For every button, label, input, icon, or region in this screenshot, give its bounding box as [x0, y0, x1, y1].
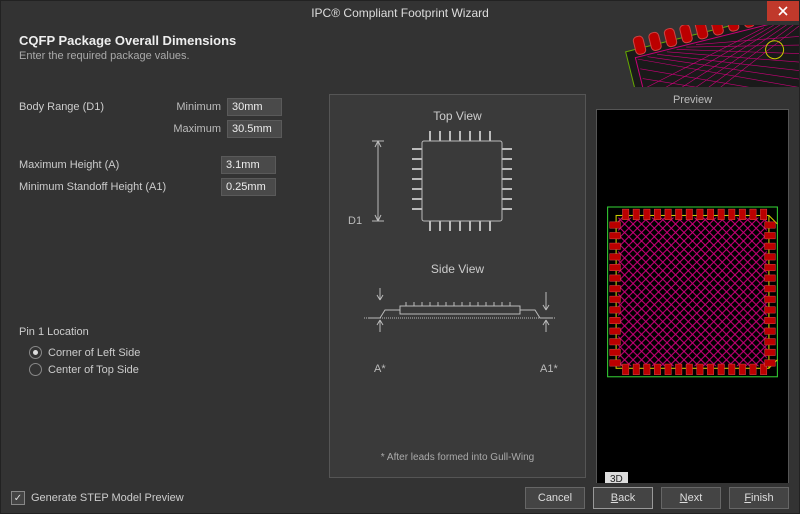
min-standoff-label: Minimum Standoff Height (A1): [19, 181, 221, 193]
pin1-corner-left-radio[interactable]: Corner of Left Side: [29, 346, 319, 359]
pin1-center-top-radio[interactable]: Center of Top Side: [29, 363, 319, 376]
finish-button[interactable]: Finish: [729, 487, 789, 509]
generate-step-preview-checkbox[interactable]: ✓ Generate STEP Model Preview: [11, 491, 184, 505]
wizard-footer: ✓ Generate STEP Model Preview Cancel Bac…: [1, 483, 799, 513]
side-view-diagram: [330, 276, 585, 346]
preview-label: Preview: [596, 94, 789, 106]
close-button[interactable]: [767, 1, 799, 21]
side-view-label: Side View: [330, 262, 585, 276]
window-title: IPC® Compliant Footprint Wizard: [311, 6, 489, 20]
pin1-option-label: Center of Top Side: [48, 364, 139, 376]
close-icon: [778, 6, 788, 16]
form-panel: Body Range (D1) Minimum Maximum Maximum …: [11, 94, 319, 478]
body-range-max-input[interactable]: [227, 120, 282, 138]
preview-render: [597, 110, 788, 495]
a-dimension-label: A*: [374, 363, 386, 375]
maximum-label: Maximum: [159, 123, 227, 135]
header-decoration: [609, 25, 799, 87]
preview-viewport[interactable]: 3D: [596, 109, 789, 496]
radio-icon: [29, 363, 42, 376]
body-range-min-input[interactable]: [227, 98, 282, 116]
min-standoff-input[interactable]: [221, 178, 276, 196]
checkbox-icon: ✓: [11, 491, 25, 505]
checkbox-label: Generate STEP Model Preview: [31, 492, 184, 504]
minimum-label: Minimum: [159, 101, 227, 113]
top-view-diagram: [330, 123, 585, 253]
top-view-label: Top View: [330, 109, 585, 123]
max-height-label: Maximum Height (A): [19, 159, 221, 171]
a1-dimension-label: A1*: [540, 363, 558, 375]
titlebar: IPC® Compliant Footprint Wizard: [1, 1, 799, 25]
next-button[interactable]: Next: [661, 487, 721, 509]
wizard-header: CQFP Package Overall Dimensions Enter th…: [1, 25, 799, 88]
max-height-input[interactable]: [221, 156, 276, 174]
cancel-button[interactable]: Cancel: [525, 487, 585, 509]
pin1-option-label: Corner of Left Side: [48, 347, 140, 359]
d1-dimension-label: D1: [348, 215, 362, 227]
body-range-label: Body Range (D1): [19, 101, 159, 113]
back-button[interactable]: Back: [593, 487, 653, 509]
pin1-location-label: Pin 1 Location: [19, 326, 319, 338]
gull-wing-note: * After leads formed into Gull-Wing: [330, 452, 585, 463]
diagram-panel: Top View D1 Side Vi: [329, 94, 586, 478]
radio-icon: [29, 346, 42, 359]
